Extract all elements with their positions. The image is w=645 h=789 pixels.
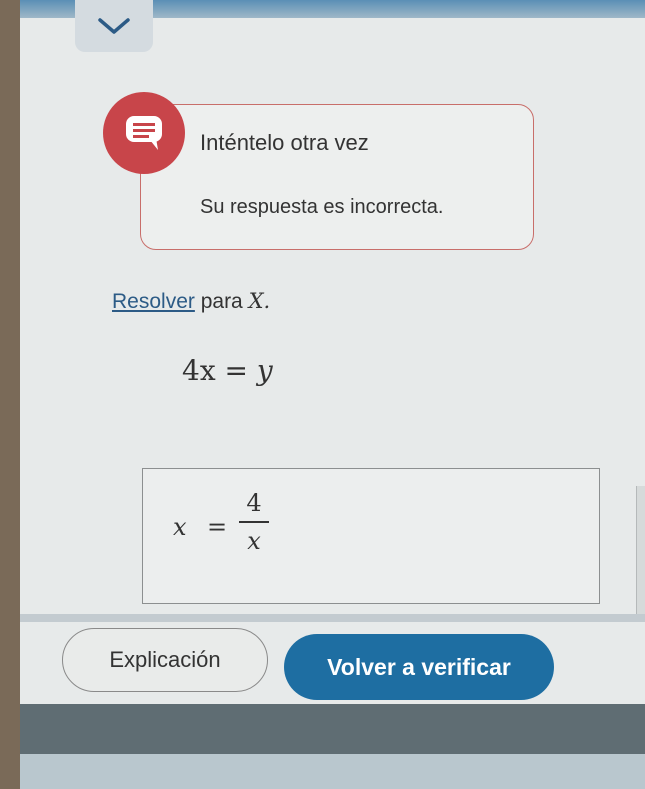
chevron-down-icon (98, 18, 130, 34)
answer-equals: = (207, 513, 228, 541)
action-divider (20, 614, 645, 622)
collapse-button[interactable] (75, 0, 153, 52)
recheck-button[interactable]: Volver a verificar (284, 634, 554, 700)
resolver-link[interactable]: Resolver (112, 290, 195, 313)
screen: Inténtelo otra vez Su respuesta es incor… (20, 0, 645, 789)
right-panel-edge (636, 486, 645, 618)
chat-bubble-icon (103, 92, 185, 174)
feedback-panel (140, 104, 534, 250)
equation-rhs: y (256, 354, 273, 387)
feedback-message: Su respuesta es incorrecta. (200, 196, 444, 218)
instruction-variable: X. (248, 289, 271, 313)
fraction-denominator: x (247, 527, 261, 555)
footer-strip (20, 754, 645, 789)
problem-equation: 4x = y (182, 354, 273, 387)
instruction-text: para (194, 290, 249, 313)
explanation-button[interactable]: Explicación (62, 628, 268, 692)
answer-fraction: 4 x (239, 489, 269, 555)
answer-lhs: x (173, 513, 187, 541)
answer-input[interactable]: x = 4 x (142, 468, 600, 604)
equation-equals: = (224, 354, 248, 387)
feedback-title: Inténtelo otra vez (200, 130, 369, 155)
fraction-numerator: 4 (246, 489, 262, 517)
footer-bar (20, 704, 645, 754)
fraction-bar (239, 521, 269, 523)
problem-instruction: Resolver para X. (112, 289, 270, 314)
equation-lhs: 4x (182, 354, 216, 387)
